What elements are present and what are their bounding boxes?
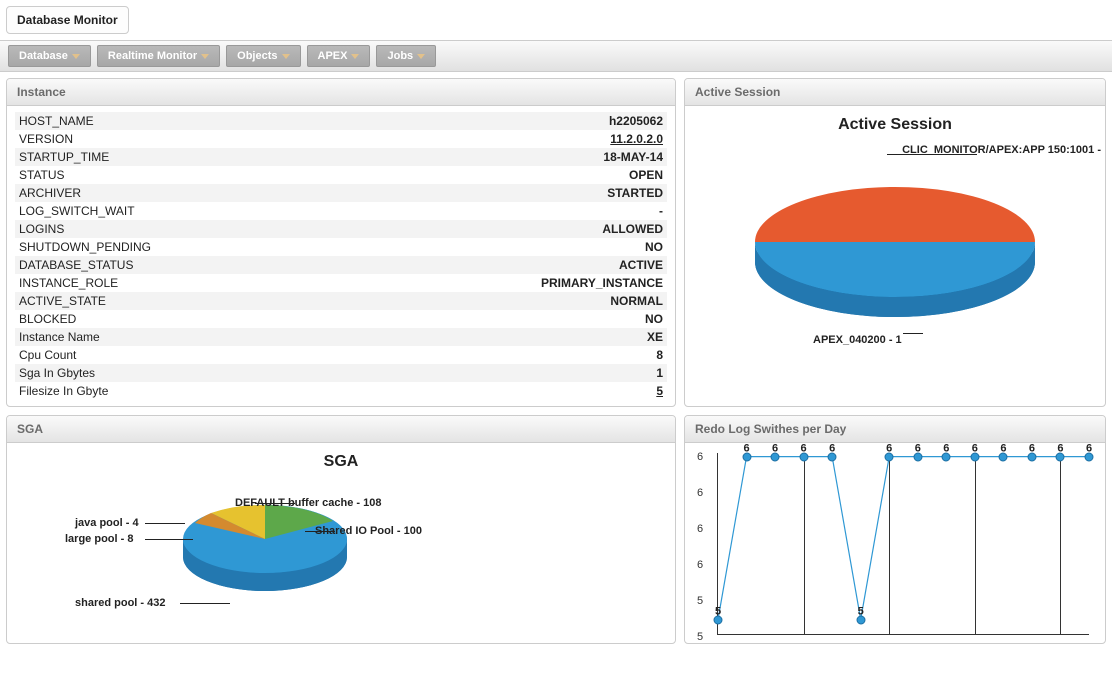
instance-value: ALLOWED — [602, 222, 663, 236]
instance-key: Sga In Gbytes — [19, 366, 95, 380]
instance-key: LOGINS — [19, 222, 64, 236]
pie-label-bottom: APEX_040200 - 1 — [813, 334, 902, 346]
instance-value: STARTED — [607, 186, 663, 200]
chevron-down-icon — [351, 54, 359, 59]
pie-label-large: large pool - 8 — [65, 533, 133, 545]
line-point-label: 6 — [743, 443, 749, 454]
instance-key: Instance Name — [19, 330, 100, 344]
chart-title: Active Session — [693, 116, 1097, 134]
instance-key: SHUTDOWN_PENDING — [19, 240, 151, 254]
instance-row: INSTANCE_ROLE PRIMARY_INSTANCE — [15, 274, 667, 292]
instance-value: h2205062 — [609, 114, 663, 128]
instance-panel: Instance HOST_NAME h2205062 VERSION 11.2.0.… — [6, 78, 676, 407]
chart-title: SGA — [15, 453, 667, 471]
instance-row: VERSION 11.2.0.2.0 — [15, 130, 667, 148]
instance-key: DATABASE_STATUS — [19, 258, 133, 272]
instance-row: STATUS OPEN — [15, 166, 667, 184]
instance-value: OPEN — [629, 168, 663, 182]
instance-row: Filesize In Gbyte 5 — [15, 382, 667, 400]
menu-database[interactable]: Database — [8, 45, 91, 67]
line-point-label: 6 — [886, 443, 892, 454]
instance-key: Filesize In Gbyte — [19, 384, 108, 398]
line-point-label: 6 — [1029, 443, 1035, 454]
line-point-label: 6 — [915, 443, 921, 454]
instance-key: HOST_NAME — [19, 114, 94, 128]
app-title-button[interactable]: Database Monitor — [6, 6, 129, 34]
chevron-down-icon — [201, 54, 209, 59]
instance-value: 8 — [656, 348, 663, 362]
instance-row: DATABASE_STATUS ACTIVE — [15, 256, 667, 274]
instance-value: 18-MAY-14 — [603, 150, 663, 164]
instance-table: HOST_NAME h2205062 VERSION 11.2.0.2.0 STARTU… — [7, 106, 675, 406]
instance-row: ACTIVE_STATE NORMAL — [15, 292, 667, 310]
line-point-label: 5 — [858, 605, 864, 617]
menu-label: Objects — [237, 50, 277, 62]
sga-panel: SGA SGA — [6, 415, 676, 644]
panel-title: Active Session — [685, 79, 1105, 106]
instance-row: Cpu Count 8 — [15, 346, 667, 364]
instance-value[interactable]: 11.2.0.2.0 — [610, 132, 663, 146]
instance-key: Cpu Count — [19, 348, 76, 362]
menu-jobs[interactable]: Jobs — [376, 45, 436, 67]
menu-label: Realtime Monitor — [108, 50, 197, 62]
panel-title: SGA — [7, 416, 675, 443]
redo-log-panel: Redo Log Swithes per Day 6 6 6 6 5 5 566… — [684, 415, 1106, 644]
pie-label-java: java pool - 4 — [75, 517, 139, 529]
chevron-down-icon — [282, 54, 290, 59]
instance-key: VERSION — [19, 132, 73, 146]
instance-value: NO — [645, 240, 663, 254]
line-point-label: 6 — [1086, 443, 1092, 454]
menu-realtime-monitor[interactable]: Realtime Monitor — [97, 45, 220, 67]
line-point-label: 6 — [829, 443, 835, 454]
instance-key: LOG_SWITCH_WAIT — [19, 204, 135, 218]
instance-row: LOG_SWITCH_WAIT - — [15, 202, 667, 220]
instance-key: STARTUP_TIME — [19, 150, 109, 164]
instance-value: PRIMARY_INSTANCE — [541, 276, 663, 290]
panel-title: Instance — [7, 79, 675, 106]
line-point-label: 6 — [801, 443, 807, 454]
instance-row: BLOCKED NO — [15, 310, 667, 328]
instance-key: ARCHIVER — [19, 186, 81, 200]
instance-value: NORMAL — [610, 294, 663, 308]
active-session-panel: Active Session Active Session CLIC_MONIT… — [684, 78, 1106, 407]
instance-row: Sga In Gbytes 1 — [15, 364, 667, 382]
panel-title: Redo Log Swithes per Day — [685, 416, 1105, 443]
line-point-label: 6 — [1000, 443, 1006, 454]
instance-row: HOST_NAME h2205062 — [15, 112, 667, 130]
instance-value: - — [659, 204, 663, 218]
menu-apex[interactable]: APEX — [307, 45, 371, 67]
instance-row: STARTUP_TIME 18-MAY-14 — [15, 148, 667, 166]
redo-line-chart: 6 6 6 6 5 5 56666566666666 2014-05-22 20… — [697, 453, 1093, 643]
menu-label: Database — [19, 50, 68, 62]
line-point-label: 6 — [1057, 443, 1063, 454]
instance-value[interactable]: 5 — [656, 384, 663, 398]
menu-label: APEX — [318, 50, 348, 62]
instance-value: XE — [647, 330, 663, 344]
instance-value: 1 — [656, 366, 663, 380]
instance-row: LOGINS ALLOWED — [15, 220, 667, 238]
line-point-label: 6 — [772, 443, 778, 454]
line-point-label: 6 — [972, 443, 978, 454]
line-point-label: 6 — [943, 443, 949, 454]
chevron-down-icon — [417, 54, 425, 59]
instance-value: NO — [645, 312, 663, 326]
instance-row: SHUTDOWN_PENDING NO — [15, 238, 667, 256]
instance-key: STATUS — [19, 168, 65, 182]
main-menubar: Database Realtime Monitor Objects APEX J… — [0, 40, 1112, 72]
instance-row: ARCHIVER STARTED — [15, 184, 667, 202]
instance-key: BLOCKED — [19, 312, 76, 326]
instance-value: ACTIVE — [619, 258, 663, 272]
instance-row: Instance Name XE — [15, 328, 667, 346]
instance-key: INSTANCE_ROLE — [19, 276, 118, 290]
instance-key: ACTIVE_STATE — [19, 294, 106, 308]
chevron-down-icon — [72, 54, 80, 59]
menu-label: Jobs — [387, 50, 413, 62]
line-point-label: 5 — [715, 605, 721, 617]
active-session-pie-chart — [745, 142, 1045, 342]
menu-objects[interactable]: Objects — [226, 45, 300, 67]
pie-label-shared-pool: shared pool - 432 — [75, 597, 165, 609]
